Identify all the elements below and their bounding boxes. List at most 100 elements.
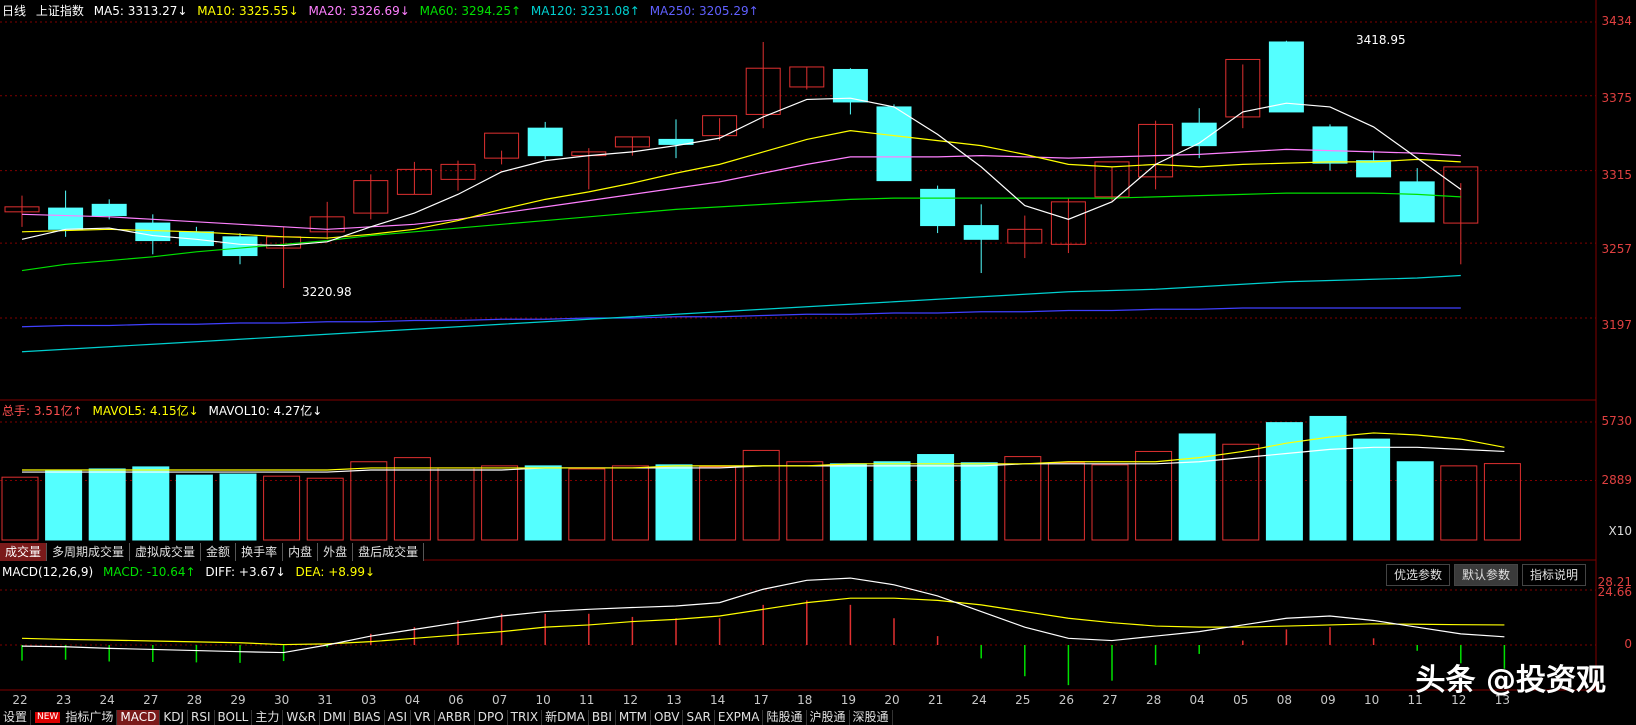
ma20-value: MA20: 3326.69↓	[308, 4, 410, 18]
x-axis-label: 04	[404, 693, 421, 707]
volume-bar	[88, 468, 126, 541]
kline-chart[interactable]	[0, 0, 1636, 725]
tab-bbi[interactable]: BBI	[589, 710, 616, 725]
x-axis-label: 27	[143, 693, 159, 707]
volume-bar	[568, 468, 606, 541]
period-label: 日线	[2, 4, 27, 18]
volume-bar	[524, 465, 562, 541]
tab-asi[interactable]: ASI	[385, 710, 412, 725]
x-axis-label: 25	[1015, 693, 1031, 707]
tab-dmi[interactable]: DMI	[320, 710, 351, 725]
volume-bar	[611, 465, 649, 541]
x-axis-label: 24	[99, 693, 115, 707]
candle-body	[920, 188, 956, 227]
ma120-line	[21, 274, 1461, 353]
x-axis-label: 05	[1233, 693, 1249, 707]
volume-bar	[132, 466, 170, 541]
x-axis-label: 03	[361, 693, 377, 707]
x-axis-label: 30	[273, 693, 290, 707]
x-axis-label: 22	[12, 693, 28, 707]
candle-legend: 日线 上证指数 MA5: 3313.27↓ MA10: 3325.55↓ MA2…	[2, 2, 765, 20]
volume-bar	[1, 476, 39, 541]
x-axis-label: 10	[1363, 693, 1380, 707]
tab-shanghai-connect[interactable]: 沪股通	[807, 710, 850, 725]
volume-bar	[1309, 415, 1347, 541]
tab-kdj[interactable]: KDJ	[160, 710, 188, 725]
y-tick: 3315	[1601, 168, 1632, 182]
x-axis-label: 08	[1276, 693, 1293, 707]
tab-virtual-volume[interactable]: 虚拟成交量	[130, 543, 202, 561]
x-axis-label: 20	[884, 693, 900, 707]
y-tick: 3434	[1601, 14, 1632, 28]
macd-y-tick: 0	[1624, 637, 1632, 651]
x-axis-label: 24	[971, 693, 987, 707]
indicator-help-button[interactable]: 指标说明	[1521, 564, 1586, 586]
tab-obv[interactable]: OBV	[651, 710, 684, 725]
volume-bar	[873, 461, 911, 541]
tab-turnover[interactable]: 换手率	[236, 543, 284, 561]
indicator-square-button[interactable]: 指标广场	[62, 710, 118, 725]
volume-bar	[481, 465, 519, 541]
volume-legend: 总手: 3.51亿↑ MAVOL5: 4.15亿↓ MAVOL10: 4.27亿…	[2, 402, 328, 420]
tab-vr[interactable]: VR	[411, 710, 435, 725]
tab-volume[interactable]: 成交量	[0, 543, 48, 561]
ma10-value: MA10: 3325.55↓	[197, 4, 299, 18]
x-axis-label: 06	[448, 693, 464, 707]
default-params-button[interactable]: 默认参数	[1453, 564, 1518, 586]
tab-after-hours-volume[interactable]: 盘后成交量	[353, 543, 425, 561]
dea-value: DEA: +8.99↓	[295, 565, 376, 579]
tab-dpo[interactable]: DPO	[475, 710, 508, 725]
candle-body	[135, 222, 171, 242]
high-price-label: 3418.95	[1356, 33, 1406, 47]
tab-sar[interactable]: SAR	[683, 710, 715, 725]
tab-rsi[interactable]: RSI	[188, 710, 215, 725]
tab-shenzhen-connect[interactable]: 深股通	[850, 710, 893, 725]
tab-macd[interactable]: MACD	[117, 710, 161, 725]
x-axis-label: 10	[535, 693, 551, 707]
candle-body	[527, 127, 563, 157]
candle-body	[963, 225, 999, 240]
tab-trix[interactable]: TRIX	[508, 710, 543, 725]
volume-bar	[1440, 465, 1478, 541]
volume-bar	[1135, 450, 1173, 541]
tab-northbound[interactable]: 陆股通	[763, 710, 807, 725]
tab-new-dma[interactable]: 新DMA	[542, 710, 589, 725]
y-tick: 3197	[1601, 318, 1632, 332]
low-price-label: 3220.98	[302, 285, 352, 299]
x-axis-label: 11	[579, 693, 595, 707]
x-axis-label: 23	[55, 693, 72, 707]
x-axis-label: 13	[666, 693, 682, 707]
x-axis-label: 17	[753, 693, 769, 707]
candle-body	[91, 203, 127, 217]
x-axis-label: 19	[840, 693, 857, 707]
tab-mtm[interactable]: MTM	[616, 710, 651, 725]
y-tick: 3375	[1601, 91, 1632, 105]
volume-tab-bar: 成交量 多周期成交量 虚拟成交量 金额 换手率 内盘 外盘 盘后成交量	[0, 543, 425, 561]
x-axis-label: 12	[622, 693, 639, 707]
candle-body	[1399, 181, 1435, 223]
tab-expma[interactable]: EXPMA	[715, 710, 764, 725]
tab-bias[interactable]: BIAS	[350, 710, 385, 725]
x-axis-label: 04	[1189, 693, 1205, 707]
preferred-params-button[interactable]: 优选参数	[1385, 564, 1450, 586]
ma5-value: MA5: 3313.27↓	[93, 4, 188, 18]
volume-bar	[1091, 464, 1129, 541]
x-axis-label: 14	[709, 693, 726, 707]
volume-bar	[1483, 463, 1521, 541]
volume-bar	[829, 463, 867, 541]
tab-amount[interactable]: 金额	[201, 543, 237, 561]
candle-body	[1356, 160, 1392, 178]
tab-arbr[interactable]: ARBR	[435, 710, 475, 725]
tab-boll[interactable]: BOLL	[215, 710, 253, 725]
settings-button[interactable]: 设置	[0, 710, 32, 725]
vol-unit: X10	[1608, 524, 1633, 538]
candle-body	[876, 106, 912, 182]
tab-main-force[interactable]: 主力	[252, 710, 284, 725]
tab-inner[interactable]: 内盘	[283, 543, 319, 561]
tab-multi-period-volume[interactable]: 多周期成交量	[47, 543, 131, 561]
volume-bar	[219, 473, 257, 541]
tab-outer[interactable]: 外盘	[318, 543, 354, 561]
tab-wr[interactable]: W&R	[283, 710, 320, 725]
candle-body	[832, 68, 868, 103]
new-badge: NEW	[35, 712, 61, 723]
